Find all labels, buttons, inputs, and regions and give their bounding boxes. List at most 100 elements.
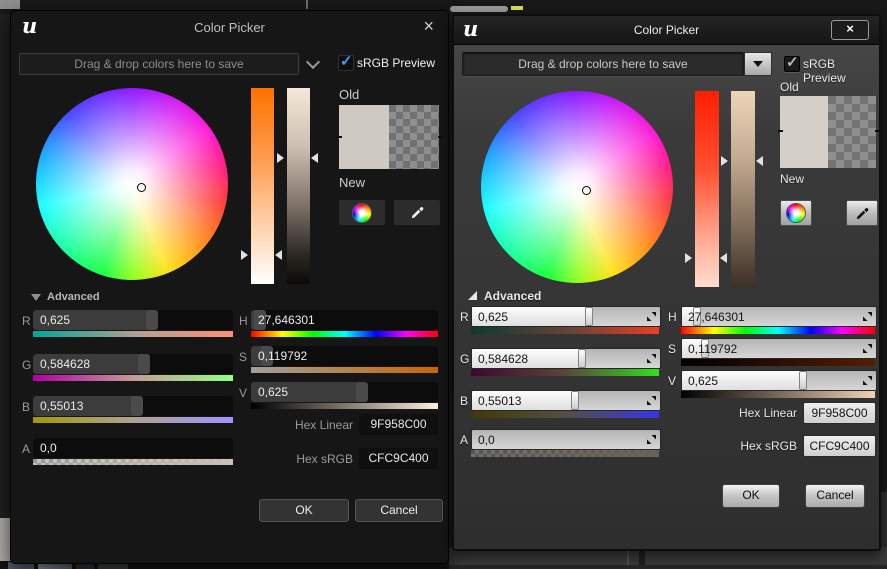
saturation-slider[interactable]	[251, 88, 274, 284]
r-gradient-strip	[471, 327, 659, 334]
value-slider-handle-right[interactable]	[756, 156, 763, 166]
color-wheel[interactable]	[36, 88, 228, 280]
saturation-slider-handle-right[interactable]	[275, 250, 282, 260]
color-themes-button[interactable]	[338, 199, 386, 226]
s-value: 0,119792	[688, 342, 738, 356]
old-color-label: Old	[339, 87, 360, 102]
srgb-preview-checkbox[interactable]: ✓	[338, 53, 354, 71]
color-picker-dialog-dark: u Color Picker × Drag & drop colors here…	[10, 10, 449, 564]
color-wheel-icon	[352, 202, 372, 223]
color-wheel[interactable]	[481, 91, 673, 283]
h-gradient-strip	[251, 331, 438, 337]
new-color-label: New	[339, 175, 366, 190]
h-spinbox[interactable]: 27,646301	[251, 310, 438, 330]
saturation-slider-handle-left[interactable]	[685, 253, 692, 263]
spinbox-drag-icon	[647, 312, 656, 321]
value-slider-handle-right[interactable]	[311, 153, 318, 163]
s-spinbox[interactable]: 0,119792	[251, 346, 438, 366]
drag-drop-color-target[interactable]: Drag & drop colors here to save	[19, 53, 299, 75]
color-wheel-marker[interactable]	[582, 186, 591, 195]
spinbox-drag-icon	[863, 376, 872, 385]
s-channel-label: S	[239, 350, 248, 364]
b-spinbox[interactable]: 0,55013	[33, 396, 233, 416]
value-slider[interactable]	[731, 91, 755, 287]
swatch-opaque-half	[780, 96, 828, 168]
srgb-preview-label: sRGB Preview	[803, 57, 846, 85]
cancel-button[interactable]: Cancel	[805, 484, 865, 508]
srgb-preview-checkbox[interactable]: ✓	[784, 54, 800, 72]
hex-srgb-label: Hex sRGB	[740, 439, 797, 453]
advanced-collapse-arrow-icon[interactable]	[468, 291, 477, 300]
v-channel-label: V	[668, 374, 677, 388]
background-vline	[306, 0, 308, 9]
hex-srgb-input[interactable]: CFC9C400	[803, 435, 876, 457]
spinbox-drag-icon	[863, 344, 872, 353]
color-themes-button[interactable]	[780, 200, 812, 226]
swatch-tick-right	[875, 130, 880, 132]
ok-button[interactable]: OK	[722, 484, 780, 508]
cancel-button[interactable]: Cancel	[355, 499, 443, 522]
chevron-down-icon[interactable]	[305, 54, 321, 70]
slider-knob	[571, 391, 579, 410]
r-value: 0,625	[40, 313, 71, 327]
value-slider-handle-left[interactable]	[277, 153, 284, 163]
swatch-alpha-half	[389, 105, 439, 169]
h-value: 27,646301	[688, 310, 745, 324]
eyedropper-button[interactable]	[393, 199, 441, 226]
b-value: 0,55013	[40, 399, 84, 413]
drag-drop-color-target[interactable]: Drag & drop colors here to save	[462, 52, 744, 76]
drop-target-dropdown-button[interactable]	[744, 52, 772, 76]
advanced-collapse-arrow-icon[interactable]	[31, 294, 41, 301]
b-gradient-strip	[471, 411, 659, 418]
s-value: 0,119792	[258, 349, 308, 363]
ok-button[interactable]: OK	[259, 499, 349, 522]
a-spinbox[interactable]: 0,0	[33, 438, 233, 458]
v-spinbox[interactable]: 0,625	[251, 382, 438, 402]
horizontal-scrollbar[interactable]	[450, 6, 508, 12]
s-spinbox[interactable]: 0,119792	[681, 338, 877, 359]
r-channel-label: R	[22, 314, 31, 328]
g-value: 0,584628	[478, 352, 529, 366]
hex-linear-label: Hex Linear	[738, 406, 797, 420]
old-new-color-swatch[interactable]	[339, 105, 439, 169]
swatch-opaque-half	[339, 105, 389, 169]
old-new-color-swatch[interactable]	[780, 96, 876, 168]
r-spinbox[interactable]: 0,625	[33, 310, 233, 330]
g-spinbox[interactable]: 0,584628	[471, 348, 661, 369]
hex-linear-input[interactable]: 9F958C00	[803, 402, 876, 424]
saturation-slider-handle-right[interactable]	[720, 253, 727, 263]
eyedropper-icon	[411, 207, 423, 219]
color-picker-dialog-classic: u Color Picker × Drag & drop colors here…	[452, 14, 881, 551]
g-spinbox[interactable]: 0,584628	[33, 354, 233, 374]
saturation-slider-handle-left[interactable]	[241, 250, 248, 260]
advanced-section-label: Advanced	[484, 289, 542, 303]
slider-knob	[578, 349, 586, 368]
value-slider[interactable]	[287, 88, 310, 284]
saturation-slider[interactable]	[695, 91, 719, 287]
g-channel-label: G	[460, 352, 470, 366]
value-slider-handle-left[interactable]	[721, 156, 728, 166]
dialog-title: Color Picker	[633, 23, 700, 37]
color-wheel-icon	[786, 203, 806, 223]
h-spinbox[interactable]: 27,646301	[681, 306, 877, 327]
hex-linear-label: Hex Linear	[294, 418, 353, 432]
slider-knob	[131, 396, 143, 416]
hex-linear-input[interactable]: 9F958C00	[359, 414, 438, 435]
h-value: 27,646301	[258, 313, 315, 327]
b-channel-label: B	[22, 400, 31, 414]
r-channel-label: R	[460, 310, 469, 324]
close-button[interactable]: ×	[831, 20, 869, 40]
close-icon[interactable]: ×	[423, 16, 434, 37]
r-spinbox[interactable]: 0,625	[471, 306, 661, 327]
a-spinbox[interactable]: 0,0	[471, 429, 661, 450]
v-spinbox[interactable]: 0,625	[681, 370, 877, 391]
color-wheel-marker[interactable]	[137, 183, 146, 192]
eyedropper-button[interactable]	[846, 200, 878, 226]
v-value: 0,625	[688, 374, 719, 388]
spinbox-drag-icon	[647, 354, 656, 363]
spinbox-drag-icon	[863, 312, 872, 321]
hex-srgb-input[interactable]: CFC9C400	[359, 448, 438, 469]
s-channel-label: S	[668, 342, 677, 356]
r-gradient-strip	[33, 331, 233, 337]
b-spinbox[interactable]: 0,55013	[471, 390, 661, 411]
